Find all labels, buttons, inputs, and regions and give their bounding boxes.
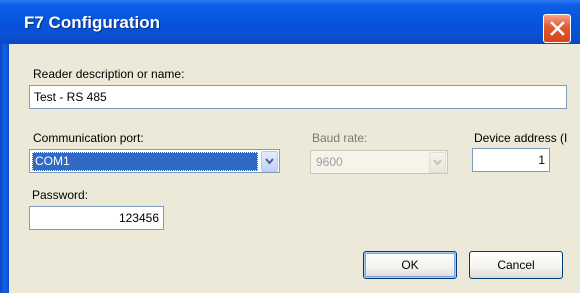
password-input[interactable]: 123456 xyxy=(29,206,164,230)
close-button[interactable] xyxy=(543,14,571,43)
chevron-down-icon xyxy=(429,152,446,173)
window-title: F7 Configuration xyxy=(24,13,160,32)
baud-rate-label: Baud rate: xyxy=(312,131,368,145)
reader-name-label: Reader description or name: xyxy=(33,67,185,81)
chevron-down-icon[interactable] xyxy=(261,151,278,172)
password-label: Password: xyxy=(32,188,89,202)
window-border-left xyxy=(0,44,9,293)
communication-port-label: Communication port: xyxy=(33,131,144,145)
communication-port-select[interactable]: COM1 xyxy=(29,149,280,173)
ok-button[interactable]: OK xyxy=(363,251,457,279)
baud-rate-value: 9600 xyxy=(316,155,343,169)
device-address-label: Device address (I xyxy=(474,131,568,145)
title-bar[interactable]: F7 Configuration xyxy=(0,0,580,44)
device-address-input[interactable]: 1 xyxy=(472,148,550,172)
reader-name-input[interactable]: Test - RS 485 xyxy=(29,85,567,109)
communication-port-value: COM1 xyxy=(32,152,258,171)
window-border-bottom xyxy=(9,287,580,293)
baud-rate-select[interactable]: 9600 xyxy=(310,150,448,174)
cancel-button[interactable]: Cancel xyxy=(469,251,563,279)
dialog-window: F7 Configuration Reader description or n… xyxy=(0,0,580,293)
close-icon xyxy=(550,21,565,36)
